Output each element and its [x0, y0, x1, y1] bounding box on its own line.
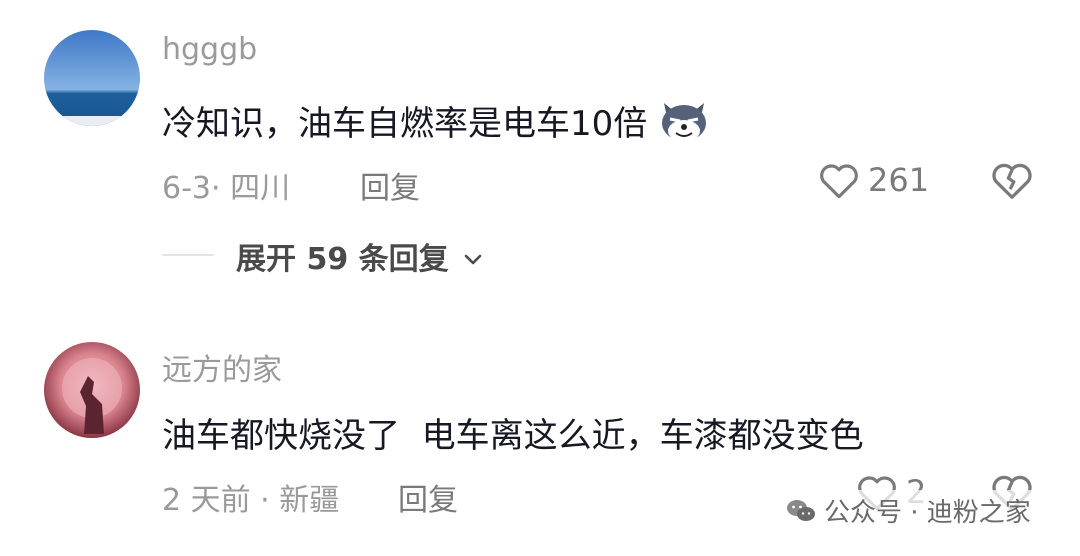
comment-username[interactable]: hgggb: [162, 32, 257, 67]
expand-divider: [162, 254, 214, 256]
wechat-icon: [787, 499, 815, 521]
like-count: 261: [868, 161, 930, 199]
reply-button[interactable]: 回复: [360, 163, 420, 207]
avatar-wolf-moon-image: [44, 342, 140, 438]
comment-text-body: 冷知识，油车自燃率是电车10倍: [162, 104, 648, 144]
avatar[interactable]: [44, 342, 140, 438]
watermark: 公众号 · 迪粉之家: [780, 490, 1037, 531]
avatar-sky-image: [44, 30, 140, 126]
wolf-face-emoji: [662, 103, 707, 142]
broken-heart-icon: [992, 163, 1032, 199]
watermark-text: 公众号 · 迪粉之家: [824, 498, 1031, 528]
reply-button[interactable]: 回复: [398, 475, 458, 519]
comment-text: 油车都快烧没了 电车离这么近，车漆都没变色: [162, 416, 864, 456]
comment-meta: 6-3· 四川: [162, 171, 291, 206]
expand-replies-label: 展开 59 条回复: [236, 242, 449, 277]
like-button[interactable]: 261: [818, 160, 929, 200]
heart-outline-icon: [820, 164, 858, 199]
comment-username[interactable]: 远方的家: [162, 345, 282, 389]
comment-text: 冷知识，油车自燃率是电车10倍: [162, 96, 710, 145]
chevron-down-icon: [464, 254, 482, 265]
expand-replies-button[interactable]: 展开 59 条回复: [236, 234, 483, 278]
avatar[interactable]: [44, 30, 140, 126]
comment-meta: 2 天前 · 新疆: [162, 483, 340, 518]
dislike-button[interactable]: [990, 160, 1034, 204]
